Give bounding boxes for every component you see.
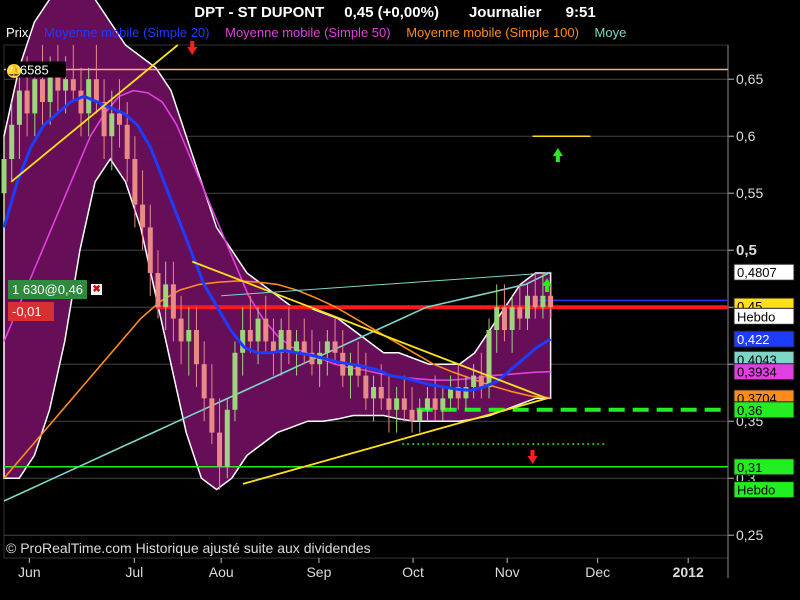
candle-body (147, 227, 153, 273)
candle-body (124, 124, 130, 159)
legend-item-ma100: Moyenne mobile (Simple 100) (406, 25, 579, 40)
x-tick-label: Jun (18, 564, 41, 580)
candle-body (486, 330, 492, 387)
candle-body (478, 375, 484, 387)
candle-body (170, 284, 176, 319)
candle-body (39, 79, 45, 102)
candle-body (9, 124, 15, 159)
price-label: 0,36 (737, 403, 762, 418)
copyright-text: © ProRealTime.com Historique ajusté suit… (6, 540, 371, 556)
x-tick-label: 2012 (673, 564, 704, 580)
y-tick-label: 0,65 (736, 71, 763, 87)
candle-body (93, 79, 99, 102)
candle-body (209, 398, 215, 433)
candle-body (78, 90, 84, 114)
arrow-up-icon-stem (545, 286, 549, 292)
x-tick-label: Sep (306, 564, 331, 580)
price-label: 0,422 (737, 332, 770, 347)
candle-body (324, 341, 330, 353)
x-tick-label: Oct (402, 564, 424, 580)
price-label: 0,3934 (737, 365, 777, 380)
position-box[interactable]: 1 630@0,46 ✖ -0,01 (8, 280, 126, 321)
candle-body (471, 375, 477, 387)
y-tick-label: 0,6 (736, 128, 756, 144)
candle-body (32, 79, 38, 114)
candle-body (440, 398, 446, 410)
candle-body (16, 90, 22, 125)
position-pnl: -0,01 (8, 302, 54, 321)
legend-item-price: Prix (6, 25, 29, 40)
x-tick-label: Jul (125, 564, 143, 580)
candle-body (417, 409, 423, 422)
legend: Prix Moyenne mobile (Simple 20) Moyenne … (6, 25, 730, 40)
position-size-price: 1 630@0,46 (8, 280, 88, 299)
candle-body (217, 432, 223, 467)
candle-body (286, 330, 292, 353)
candle-body (116, 113, 122, 125)
candle-body (193, 330, 199, 365)
candle-body (63, 79, 69, 91)
candle-body (263, 318, 269, 342)
candle-body (232, 352, 238, 410)
candle-body (201, 364, 207, 399)
candle-body (494, 307, 500, 330)
candle-body (409, 409, 415, 422)
candle-body (24, 90, 30, 114)
candle-body (301, 341, 307, 353)
price-label: Hebdo (737, 309, 775, 324)
y-tick-label: 0,5 (736, 242, 757, 259)
close-icon[interactable]: ✖ (91, 284, 103, 295)
candle-body (70, 79, 76, 91)
legend-item-ma20: Moyenne mobile (Simple 20) (44, 25, 210, 40)
alert-bell-icon[interactable]: 🔔 (7, 64, 21, 78)
candle-body (1, 159, 7, 194)
candle-body (424, 398, 430, 410)
candle-body (432, 398, 438, 410)
candle-body (363, 375, 369, 399)
candle-body (509, 307, 515, 330)
legend-item-ma50: Moyenne mobile (Simple 50) (225, 25, 391, 40)
arrow-down-icon-stem (190, 41, 195, 47)
candle-body (371, 387, 377, 399)
x-tick-label: Nov (495, 564, 520, 580)
candle-body (132, 159, 138, 205)
y-tick-label: 0,25 (736, 527, 763, 543)
price-label: 0,4807 (737, 265, 777, 280)
candle-body (525, 295, 531, 319)
arrow-up-icon-stem (555, 156, 560, 162)
legend-item-ma200: Moye (594, 25, 627, 40)
candle-body (378, 387, 384, 399)
candle-body (501, 307, 507, 330)
candle-body (178, 318, 184, 342)
candle-body (255, 318, 261, 342)
arrow-down-icon-stem (530, 450, 535, 456)
candle-body (155, 273, 161, 308)
candle-body (140, 204, 146, 228)
candle-body (532, 295, 538, 308)
candle-body (163, 284, 169, 308)
candle-body (247, 330, 253, 342)
y-tick-label: 0,55 (736, 185, 763, 201)
price-label: 0,31 (737, 460, 762, 475)
candle-body (386, 398, 392, 410)
candle-body (109, 113, 115, 137)
candle-body (401, 398, 407, 410)
candle-body (517, 307, 523, 319)
x-tick-label: Aou (209, 564, 234, 580)
x-tick-label: Dec (585, 564, 610, 580)
candle-body (186, 330, 192, 342)
candle-body (332, 341, 338, 353)
candle-body (548, 295, 554, 308)
price-label: Hebdo (737, 483, 775, 498)
candle-body (394, 398, 400, 410)
candle-body (224, 409, 230, 467)
candle-body (540, 295, 546, 308)
